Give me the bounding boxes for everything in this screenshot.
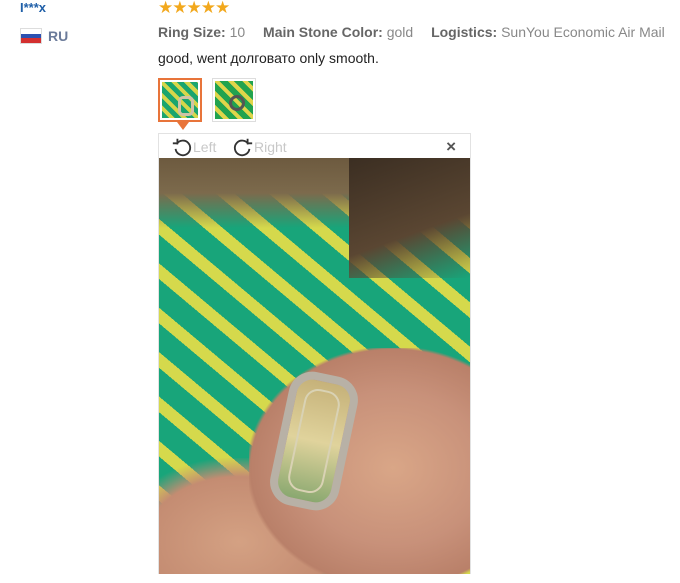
attr-label-logistics: Logistics:: [431, 24, 498, 40]
active-thumbnail-indicator: [177, 122, 189, 130]
rotate-left-icon: [172, 138, 192, 157]
viewer-toolbar: Left Right ×: [159, 134, 470, 158]
review-photo: [159, 158, 470, 574]
rotate-left-button[interactable]: Left: [171, 136, 216, 158]
reviewer-name[interactable]: I***x: [20, 0, 46, 15]
image-viewer: Left Right ×: [158, 133, 471, 574]
rotate-left-label: Left: [193, 139, 217, 155]
rotate-right-icon: [233, 138, 253, 157]
attr-label-stone-color: Main Stone Color:: [263, 24, 383, 40]
attr-label-ring-size: Ring Size:: [158, 24, 226, 40]
attr-value-ring-size: 10: [229, 24, 246, 40]
review-attributes: Ring Size: 10 Main Stone Color: gold Log…: [158, 24, 665, 40]
review-thumbnails: [158, 78, 256, 122]
rotate-right-label: Right: [254, 139, 287, 155]
reviewer-country: RU: [20, 28, 68, 44]
thumbnail-image: [162, 82, 198, 118]
attr-value-logistics: SunYou Economic Air Mail: [501, 24, 665, 40]
attr-value-stone-color: gold: [386, 24, 414, 40]
review-thumbnail-2[interactable]: [212, 78, 256, 122]
review-thumbnail-1[interactable]: [158, 78, 202, 122]
thumbnail-image: [215, 81, 253, 119]
rotate-right-button[interactable]: Right: [232, 136, 287, 158]
review-text: good, went долговато only smooth.: [158, 50, 379, 66]
star-rating: ★★★★★: [158, 0, 230, 17]
country-code: RU: [48, 28, 69, 44]
close-viewer-button[interactable]: ×: [446, 137, 456, 157]
russia-flag-icon: [20, 28, 42, 44]
photo-background: [349, 158, 470, 278]
